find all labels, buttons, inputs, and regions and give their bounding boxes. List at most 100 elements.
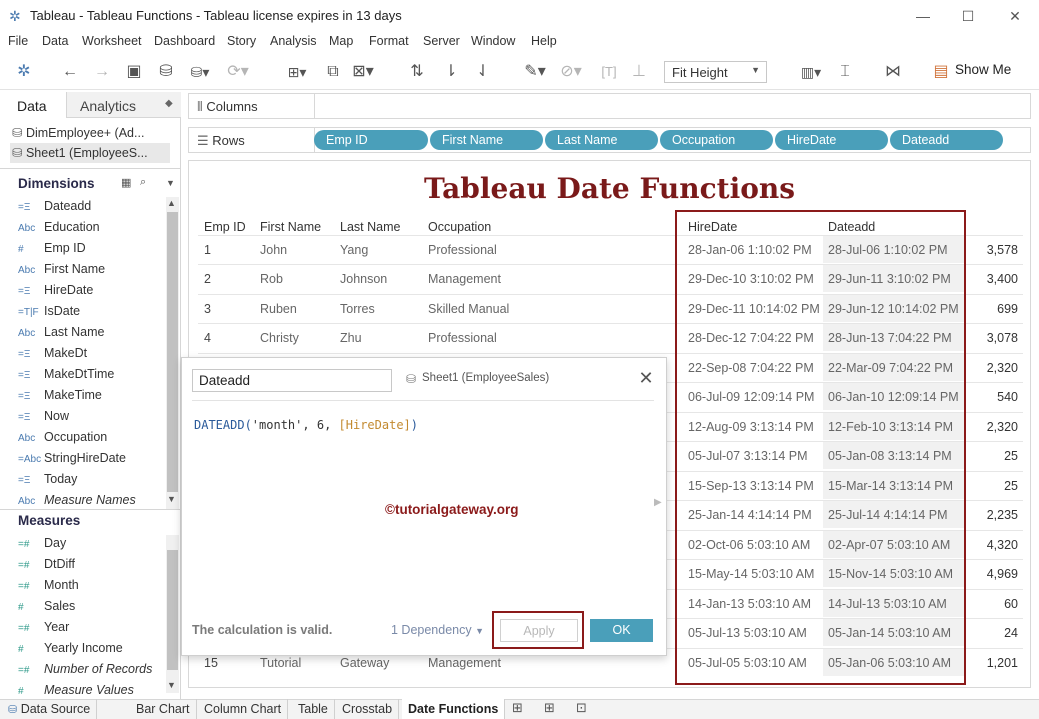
duplicate-sheet-icon[interactable]: ⧉ bbox=[322, 62, 344, 82]
cell-emp-id[interactable]: 15 bbox=[204, 656, 218, 670]
tab-crosstab[interactable]: Crosstab bbox=[336, 699, 400, 719]
dimension-maketime[interactable]: =Ξ MakeTime bbox=[18, 388, 168, 408]
measure-day[interactable]: =# Day bbox=[18, 536, 168, 556]
highlight-icon[interactable]: ✎▾ bbox=[520, 62, 550, 82]
maximize-icon[interactable]: ☐ bbox=[958, 6, 978, 26]
search-icon[interactable]: ⌕ bbox=[140, 176, 146, 189]
cell-value[interactable]: 540 bbox=[966, 390, 1018, 404]
rows-pill-emp-id[interactable]: Emp ID bbox=[314, 130, 428, 150]
show-mark-labels-icon[interactable]: [T] bbox=[598, 62, 620, 82]
header-last-name[interactable]: Last Name bbox=[340, 220, 400, 234]
sort-ascending-icon[interactable]: ⇂ bbox=[440, 62, 462, 82]
cell-last-name[interactable]: Gateway bbox=[340, 656, 389, 670]
apply-button[interactable]: Apply bbox=[500, 619, 578, 642]
columns-shelf[interactable]: ⦀ Columns bbox=[188, 93, 1031, 119]
fix-axes-icon[interactable]: ⊥ bbox=[628, 62, 650, 82]
sort-descending-icon[interactable]: ⇃ bbox=[472, 62, 494, 82]
clear-sheet-icon[interactable]: ⊠▾ bbox=[350, 62, 376, 82]
new-data-source-icon[interactable]: ⛁ bbox=[155, 62, 177, 82]
dimension-occupation[interactable]: Abc Occupation bbox=[18, 430, 168, 450]
presentation-mode-icon[interactable]: ⌶ bbox=[834, 62, 856, 82]
chevron-down-icon[interactable]: ▼ bbox=[166, 178, 175, 188]
dimension-hiredate[interactable]: =Ξ HireDate bbox=[18, 283, 168, 303]
tab-table[interactable]: Table bbox=[292, 699, 335, 719]
save-icon[interactable]: ▣ bbox=[124, 62, 144, 82]
show-me-button[interactable]: Show Me bbox=[955, 62, 1011, 77]
rows-pill-last-name[interactable]: Last Name bbox=[545, 130, 658, 150]
cell-occupation[interactable]: Professional bbox=[428, 331, 497, 345]
tab-column-chart[interactable]: Column Chart bbox=[198, 699, 289, 719]
measure-sales[interactable]: # Sales bbox=[18, 599, 168, 619]
menu-story[interactable]: Story bbox=[227, 34, 256, 48]
measure-month[interactable]: =# Month bbox=[18, 578, 168, 598]
cell-value[interactable]: 2,320 bbox=[966, 420, 1018, 434]
rows-pill-hiredate[interactable]: HireDate bbox=[775, 130, 888, 150]
tab-data[interactable]: Data bbox=[0, 92, 66, 118]
scroll-down-icon[interactable]: ▼ bbox=[167, 680, 176, 690]
undo-icon[interactable]: ← bbox=[60, 62, 80, 82]
cell-occupation[interactable]: Skilled Manual bbox=[428, 302, 509, 316]
cell-first-name[interactable]: Christy bbox=[260, 331, 299, 345]
menu-server[interactable]: Server bbox=[423, 34, 460, 48]
header-emp-id[interactable]: Emp ID bbox=[204, 220, 246, 234]
cell-value[interactable]: 60 bbox=[966, 597, 1018, 611]
new-story-icon[interactable]: ⊡ bbox=[576, 700, 587, 716]
cell-value[interactable]: 3,400 bbox=[966, 272, 1018, 286]
cell-value[interactable]: 3,078 bbox=[966, 331, 1018, 345]
swap-rows-columns-icon[interactable]: ⇅ bbox=[406, 62, 428, 82]
cell-value[interactable]: 2,320 bbox=[966, 361, 1018, 375]
cell-last-name[interactable]: Torres bbox=[340, 302, 375, 316]
formula-text[interactable]: DATEADD('month', 6, [HireDate]) bbox=[194, 418, 418, 432]
redo-icon[interactable]: → bbox=[92, 62, 112, 82]
menu-dashboard[interactable]: Dashboard bbox=[154, 34, 215, 48]
cell-occupation[interactable]: Professional bbox=[428, 243, 497, 257]
dimension-isdate[interactable]: =T|F IsDate bbox=[18, 304, 168, 324]
cell-first-name[interactable]: Ruben bbox=[260, 302, 297, 316]
cell-emp-id[interactable]: 4 bbox=[204, 331, 211, 345]
new-dashboard-icon[interactable]: ⊞ bbox=[544, 700, 555, 716]
tab-date-functions[interactable]: Date Functions bbox=[402, 699, 506, 719]
cell-first-name[interactable]: John bbox=[260, 243, 287, 257]
dimension-education[interactable]: Abc Education bbox=[18, 220, 168, 240]
ok-button[interactable]: OK bbox=[590, 619, 653, 642]
rows-pill-first-name[interactable]: First Name bbox=[430, 130, 543, 150]
measure-year[interactable]: =# Year bbox=[18, 620, 168, 640]
cell-emp-id[interactable]: 1 bbox=[204, 243, 211, 257]
dimension-today[interactable]: =Ξ Today bbox=[18, 472, 168, 492]
expand-functions-icon[interactable]: ▶ bbox=[654, 497, 662, 508]
cell-emp-id[interactable]: 3 bbox=[204, 302, 211, 316]
menu-format[interactable]: Format bbox=[369, 34, 409, 48]
calculation-name-input[interactable]: Dateadd bbox=[192, 369, 392, 392]
close-window-icon[interactable]: ✕ bbox=[1005, 6, 1025, 26]
header-first-name[interactable]: First Name bbox=[260, 220, 321, 234]
menu-data[interactable]: Data bbox=[42, 34, 68, 48]
dimension-emp-id[interactable]: # Emp ID bbox=[18, 241, 168, 261]
refresh-icon[interactable]: ⟳▾ bbox=[224, 62, 252, 82]
rows-pill-occupation[interactable]: Occupation bbox=[660, 130, 773, 150]
tab-bar-chart[interactable]: Bar Chart bbox=[130, 699, 197, 719]
measures-scroll-thumb[interactable] bbox=[167, 550, 178, 670]
dimensions-scroll-thumb[interactable] bbox=[167, 212, 178, 492]
scroll-down-icon[interactable]: ▼ bbox=[167, 494, 176, 504]
header-occupation[interactable]: Occupation bbox=[428, 220, 491, 234]
dimension-last-name[interactable]: Abc Last Name bbox=[18, 325, 168, 345]
menu-analysis[interactable]: Analysis bbox=[270, 34, 317, 48]
dependency-dropdown[interactable]: 1 Dependency ▼ bbox=[391, 623, 484, 637]
dimension-measure-names[interactable]: Abc Measure Names bbox=[18, 493, 168, 513]
cell-value[interactable]: 2,235 bbox=[966, 508, 1018, 522]
menu-map[interactable]: Map bbox=[329, 34, 353, 48]
cell-value[interactable]: 25 bbox=[966, 479, 1018, 493]
cell-value[interactable]: 24 bbox=[966, 626, 1018, 640]
menu-file[interactable]: File bbox=[8, 34, 28, 48]
menu-worksheet[interactable]: Worksheet bbox=[82, 34, 142, 48]
rows-pill-dateadd[interactable]: Dateadd bbox=[890, 130, 1003, 150]
measure-dtdiff[interactable]: =# DtDiff bbox=[18, 557, 168, 577]
new-worksheet-icon[interactable]: ⊞▾ bbox=[280, 62, 314, 82]
cell-first-name[interactable]: Tutorial bbox=[260, 656, 301, 670]
cell-occupation[interactable]: Management bbox=[428, 272, 501, 286]
data-source-dimemployee[interactable]: ⛁ DimEmployee+ (Ad... bbox=[12, 125, 144, 140]
cell-last-name[interactable]: Johnson bbox=[340, 272, 387, 286]
cell-occupation[interactable]: Management bbox=[428, 656, 501, 670]
cell-first-name[interactable]: Rob bbox=[260, 272, 283, 286]
data-source-sheet1[interactable]: ⛁ Sheet1 (EmployeeS... bbox=[10, 143, 170, 163]
